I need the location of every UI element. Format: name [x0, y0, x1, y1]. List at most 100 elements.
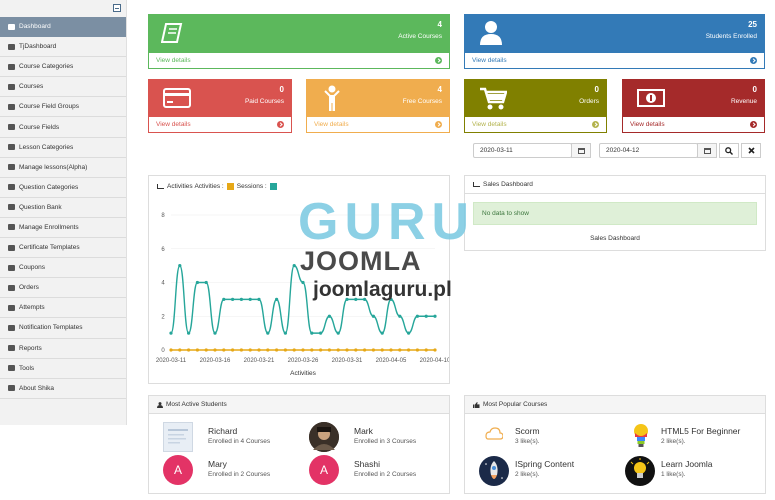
sidebar-item-courses[interactable]: Courses	[0, 77, 126, 98]
x-tick-label: 2020-03-21	[244, 358, 275, 364]
data-point-activities	[213, 348, 217, 352]
sidebar-item-course-categories[interactable]: Course Categories	[0, 57, 126, 78]
data-point-activities	[310, 348, 314, 352]
from-date-input[interactable]: 2020-03-11	[473, 143, 572, 158]
course-likes: 1 like(s).	[661, 471, 686, 478]
arrow-circle-right-icon	[750, 57, 757, 65]
sidebar-item-attempts[interactable]: Attempts	[0, 298, 126, 319]
x-tick-label: 2020-03-11	[156, 358, 187, 364]
data-point-activities	[354, 348, 358, 352]
collapse-icon[interactable]	[113, 4, 121, 12]
list-icon	[8, 164, 15, 171]
sidebar-item-label: Certificate Templates	[19, 244, 80, 252]
course-name: Scorm	[515, 426, 540, 436]
orders-label: Orders	[579, 98, 599, 105]
data-point-sessions	[433, 314, 437, 318]
data-point-activities	[195, 348, 199, 352]
sidebar-item-reports[interactable]: Reports	[0, 339, 126, 359]
folder-icon	[8, 184, 15, 191]
student-enrollment: Enrolled in 2 Courses	[208, 471, 271, 478]
active-courses-view-details[interactable]: View details	[149, 52, 449, 68]
watermark-joomla: JOOMLA	[300, 246, 422, 276]
y-tick-label: 0	[161, 348, 165, 354]
bell-icon	[8, 324, 15, 331]
revenue-view-details[interactable]: View details	[623, 116, 764, 132]
student-name: Shashi	[354, 459, 380, 469]
legend-activities-label: Activities :	[194, 182, 224, 190]
student-enrollment: Enrolled in 2 Courses	[354, 471, 417, 478]
question-icon	[8, 204, 15, 211]
sidebar-item-label: Coupons	[19, 264, 46, 272]
sidebar-item-label: Orders	[19, 284, 39, 292]
paid-courses-card: 0 Paid Courses View details	[148, 79, 292, 133]
sidebar-item-lesson-categories[interactable]: Lesson Categories	[0, 138, 126, 158]
orders-card: 0 Orders View details	[464, 79, 607, 133]
students-enrolled-label: Students Enrolled	[705, 33, 757, 40]
sidebar-item-course-field-groups[interactable]: Course Field Groups	[0, 97, 126, 118]
legend-activities-swatch	[226, 182, 234, 190]
active-courses-card: 4 Active Courses View details	[148, 14, 450, 69]
search-button[interactable]	[719, 143, 739, 158]
watermark-url: joomlaguru.pl	[313, 278, 452, 301]
sidebar-item-coupons[interactable]: Coupons	[0, 258, 126, 279]
data-point-sessions	[327, 314, 331, 318]
sidebar-item-certificate-templates[interactable]: Certificate Templates	[0, 238, 126, 259]
clear-button[interactable]	[741, 143, 761, 158]
free-courses-view-details[interactable]: View details	[307, 116, 449, 132]
sidebar-item-about-shika[interactable]: About Shika	[0, 379, 126, 399]
sidebar-item-tjdashboard[interactable]: TjDashboard	[0, 37, 126, 58]
active-courses-label: Active Courses	[398, 33, 442, 40]
data-point-sessions	[187, 331, 191, 335]
y-tick-label: 2	[161, 314, 165, 320]
users-icon	[8, 224, 15, 231]
arrow-circle-right-icon	[277, 121, 284, 129]
folder-icon	[8, 83, 15, 90]
paid-courses-view-details[interactable]: View details	[149, 116, 291, 132]
data-point-activities	[275, 348, 279, 352]
sidebar-item-label: Course Fields	[19, 123, 60, 131]
activities-title: Activities	[167, 182, 193, 190]
sidebar-item-question-categories[interactable]: Question Categories	[0, 178, 126, 198]
sidebar-item-label: Lesson Categories	[19, 143, 74, 151]
revenue-card: 0 Revenue View details	[622, 79, 765, 133]
data-point-sessions	[248, 297, 252, 301]
bulb-dark-icon	[625, 456, 655, 486]
data-point-activities	[345, 348, 349, 352]
students-enrolled-count: 25	[748, 20, 757, 29]
sidebar-item-notification-templates[interactable]: Notification Templates	[0, 318, 126, 339]
sidebar-item-orders[interactable]: Orders	[0, 278, 126, 299]
active-courses-count: 4	[437, 20, 442, 29]
line-chart-icon	[473, 182, 480, 187]
sidebar-item-manage-lessons-alpha[interactable]: Manage lessons(Alpha)	[0, 158, 126, 178]
sidebar-item-tools[interactable]: Tools	[0, 359, 126, 379]
legend-sessions-swatch	[269, 182, 277, 190]
reports-icon	[8, 345, 15, 352]
info-icon	[8, 385, 15, 392]
data-point-sessions	[222, 297, 226, 301]
data-point-sessions	[204, 280, 208, 285]
orders-view-details[interactable]: View details	[465, 116, 606, 132]
sidebar-item-dashboard[interactable]: Dashboard	[0, 17, 126, 38]
data-point-activities	[231, 348, 235, 352]
data-point-activities	[204, 348, 208, 352]
course-likes: 2 like(s).	[661, 438, 686, 445]
arrow-circle-right-icon	[750, 121, 757, 129]
data-point-sessions	[169, 331, 173, 335]
data-point-activities	[178, 348, 182, 352]
sidebar-item-label: Courses	[19, 83, 44, 91]
data-point-sessions	[415, 314, 419, 318]
sidebar-item-label: Manage Enrollments	[19, 223, 79, 231]
x-tick-label: 2020-04-05	[376, 358, 407, 364]
x-tick-label: 2020-03-31	[332, 358, 363, 364]
from-calendar-button[interactable]	[571, 143, 591, 158]
students-enrolled-view-details[interactable]: View details	[465, 52, 764, 68]
avatar: A	[309, 455, 339, 485]
sidebar-item-course-fields[interactable]: Course Fields	[0, 117, 126, 138]
avatar: A	[163, 455, 193, 485]
user-icon	[480, 21, 502, 45]
to-date-input[interactable]: 2020-04-12	[599, 143, 698, 158]
to-calendar-button[interactable]	[697, 143, 717, 158]
sidebar-item-label: Course Categories	[19, 63, 74, 71]
sidebar-item-manage-enrollments[interactable]: Manage Enrollments	[0, 218, 126, 239]
sidebar-item-question-bank[interactable]: Question Bank	[0, 198, 126, 218]
